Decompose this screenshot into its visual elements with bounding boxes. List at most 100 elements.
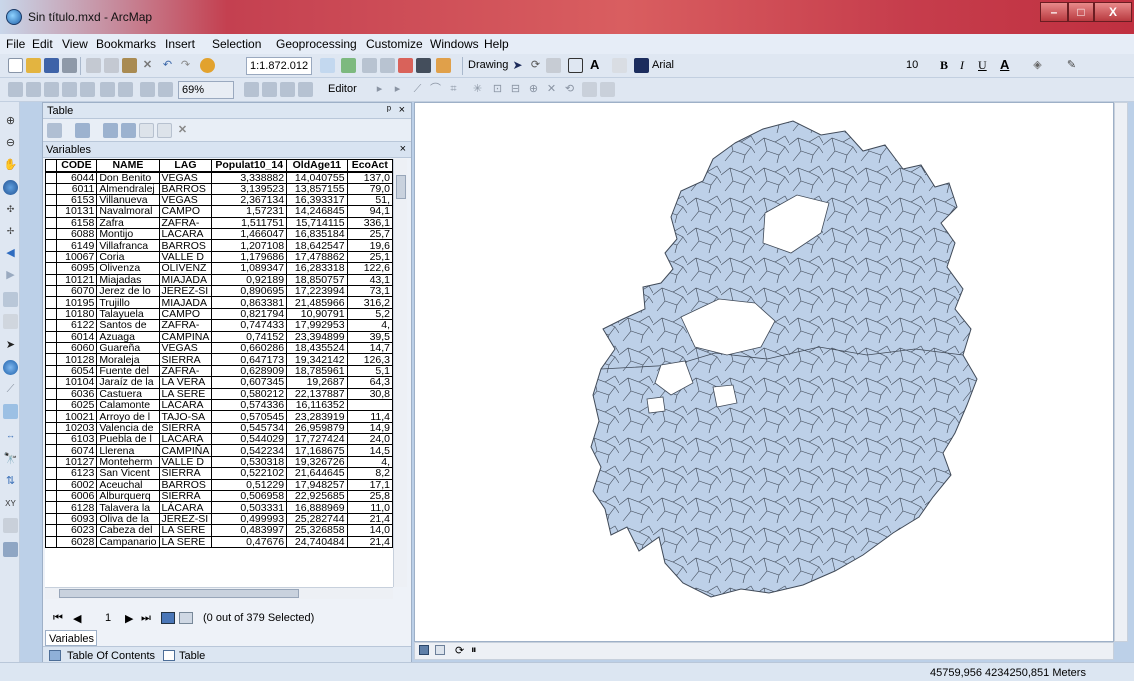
table-cell[interactable]: 0,503331 — [211, 501, 288, 514]
table-cell[interactable]: 0,483997 — [211, 524, 288, 537]
table-cell[interactable]: 22,925685 — [286, 490, 348, 503]
row-selector[interactable] — [45, 216, 57, 230]
table-cell[interactable]: VEGAS — [158, 341, 213, 355]
table-row[interactable]: 10121 Miajadas MIAJADA 0,92189 18,850757 43,1 — [45, 273, 393, 287]
table-cell[interactable]: 21,644645 — [286, 467, 348, 480]
row-selector[interactable] — [45, 501, 57, 514]
row-selector[interactable] — [45, 490, 57, 503]
table-cell[interactable]: LA SERE — [158, 524, 213, 537]
row-selector[interactable] — [45, 296, 57, 309]
select-elements-icon[interactable]: ➤ — [3, 338, 18, 353]
table-cell[interactable]: 1,466047 — [211, 228, 288, 241]
table-cell[interactable]: 64,3 — [346, 376, 393, 389]
record-number[interactable]: 1 — [105, 612, 111, 624]
row-selector[interactable] — [45, 421, 57, 435]
table-cell[interactable]: Arroyo de l — [96, 410, 160, 423]
copy-icon[interactable] — [104, 58, 119, 73]
table-cell[interactable]: Miajadas — [96, 273, 160, 287]
maximize-button[interactable]: □ — [1068, 2, 1094, 22]
find-route-icon[interactable]: ⇅ — [3, 474, 18, 489]
table-cell[interactable]: 0,574336 — [211, 398, 288, 412]
row-selector[interactable] — [45, 341, 57, 355]
table-cell[interactable]: 25,326858 — [286, 524, 348, 537]
table-cell[interactable]: Moraleja — [96, 353, 160, 366]
menu-windows[interactable]: Windows — [430, 37, 479, 51]
drawing-menu[interactable]: Drawing — [468, 59, 508, 71]
column-header[interactable]: CODE — [55, 159, 98, 173]
table-cell[interactable]: 11,0 — [346, 501, 393, 514]
menu-edit[interactable]: Edit — [32, 37, 53, 51]
table-row[interactable]: 6014 Azuaga CAMPIÑA 0,74152 23,394899 39,5 — [45, 330, 393, 343]
switch-selection-icon[interactable] — [121, 123, 136, 138]
table-cell[interactable]: 25,8 — [346, 490, 393, 503]
table-cell[interactable]: 0,542234 — [211, 444, 288, 457]
pan-icon[interactable]: ✋ — [3, 158, 18, 173]
table-cell[interactable]: 0,499993 — [211, 512, 288, 526]
time-slider-icon[interactable] — [3, 518, 18, 533]
table-cell[interactable]: 16,835184 — [286, 228, 348, 241]
table-cell[interactable]: 19,326726 — [286, 455, 348, 469]
table-cell[interactable]: 14,0 — [346, 524, 393, 537]
change-layout-icon[interactable] — [280, 82, 295, 97]
table-cell[interactable]: 6149 — [55, 239, 98, 252]
table-cell[interactable]: 10067 — [55, 250, 98, 264]
forward-arrow-icon[interactable]: ▶ — [3, 268, 18, 283]
table-row[interactable]: 6074 Llerena CAMPIÑA 0,542234 17,168675 14,5 — [45, 444, 393, 457]
table-cell[interactable]: 6006 — [55, 490, 98, 503]
table-cell[interactable]: 24,0 — [346, 433, 393, 446]
table-cell[interactable]: 0,74152 — [211, 330, 288, 343]
delete-selected-icon[interactable]: ✕ — [175, 123, 190, 138]
table-cell[interactable]: Puebla de l — [96, 433, 160, 446]
edit-annotation-icon[interactable]: ▸ — [390, 82, 405, 97]
table-row[interactable]: 6006 Alburquerq SIERRA 0,506958 22,925685 25,… — [45, 490, 393, 503]
table-cell[interactable]: Guareña — [96, 341, 160, 355]
table-cell[interactable]: 10121 — [55, 273, 98, 287]
table-cell[interactable]: 6023 — [55, 524, 98, 537]
zoom-whole-page-icon[interactable] — [80, 82, 95, 97]
table-cell[interactable]: 10131 — [55, 205, 98, 218]
table-cell[interactable]: MIAJADA — [158, 296, 213, 309]
table-cell[interactable]: 21,485966 — [286, 296, 348, 309]
table-cell[interactable]: 11,4 — [346, 410, 393, 423]
table-cell[interactable]: 18,850757 — [286, 273, 348, 287]
fixed-zoom-in-icon[interactable] — [118, 82, 133, 97]
fixed-zoom-in-icon[interactable]: ✣ — [3, 202, 18, 217]
table-row[interactable]: 6028 Campanario LA SERE 0,47676 24,740484 21,… — [45, 535, 393, 549]
table-cell[interactable]: 25,282744 — [286, 512, 348, 526]
table-cell[interactable]: 17,727424 — [286, 433, 348, 446]
table-cell[interactable]: 23,394899 — [286, 330, 348, 343]
menu-view[interactable]: View — [62, 37, 88, 51]
focus-data-frame-icon[interactable] — [262, 82, 277, 97]
table-row[interactable]: 6023 Cabeza del LA SERE 0,483997 25,326858 14… — [45, 524, 393, 537]
table-cell[interactable]: 122,6 — [346, 262, 393, 275]
zoom-to-selected-icon[interactable] — [157, 123, 172, 138]
table-cell[interactable]: 4, — [346, 455, 393, 469]
table-cell[interactable]: 0,660286 — [211, 341, 288, 355]
table-of-contents-tab[interactable]: Table Of Contents — [67, 650, 155, 662]
table-cell[interactable]: 73,1 — [346, 284, 393, 298]
close-tab-icon[interactable]: × — [400, 143, 406, 155]
create-features-icon[interactable] — [600, 82, 615, 97]
table-cell[interactable]: 4, — [346, 319, 393, 332]
table-row[interactable]: 6002 Aceuchal BARROS 0,51229 17,948257 17,1 — [45, 478, 393, 492]
table-cell[interactable]: 6095 — [55, 262, 98, 275]
table-cell[interactable]: LA SERE — [158, 535, 213, 549]
open-folder-icon[interactable] — [26, 58, 41, 73]
table-cell[interactable]: Azuaga — [96, 330, 160, 343]
table-cell[interactable]: Fuente del — [96, 364, 160, 378]
table-cell[interactable]: 10195 — [55, 296, 98, 309]
table-cell[interactable]: Almendralej — [96, 182, 160, 195]
table-cell[interactable]: 0,545734 — [211, 421, 288, 435]
table-cell[interactable]: Oliva de la — [96, 512, 160, 526]
table-row[interactable]: 6093 Oliva de la JEREZ-SI 0,499993 25,282744… — [45, 512, 393, 526]
table-cell[interactable]: 13,857155 — [286, 182, 348, 195]
table-cell[interactable]: Zafra — [96, 216, 160, 230]
column-header[interactable]: OldAge11 — [286, 159, 348, 173]
row-selector[interactable] — [45, 239, 57, 252]
table-cell[interactable]: 24,740484 — [286, 535, 348, 549]
table-cell[interactable]: SIERRA — [158, 421, 213, 435]
table-row[interactable]: 6054 Fuente del ZAFRA- 0,628909 18,785961 5,1 — [45, 364, 393, 378]
table-cell[interactable]: 17,992953 — [286, 319, 348, 332]
row-selector[interactable] — [45, 512, 57, 526]
zoom-to-selected-icon[interactable] — [546, 58, 561, 73]
